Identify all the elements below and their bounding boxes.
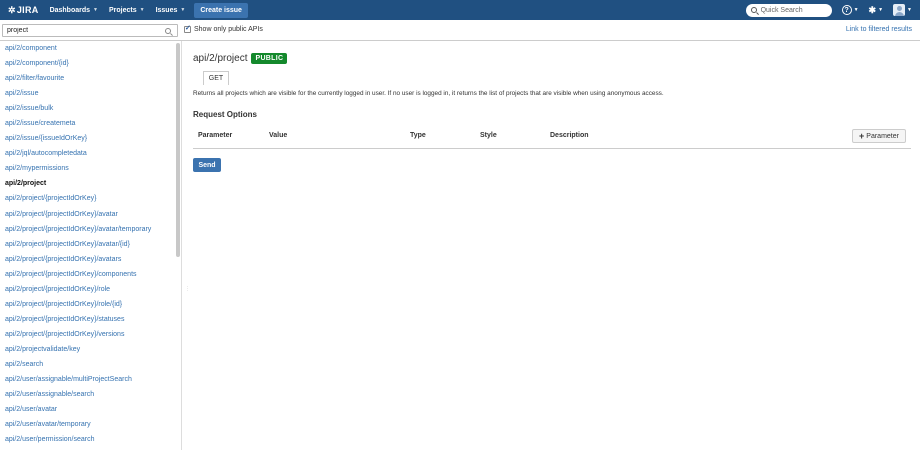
- column-type: Type: [410, 132, 426, 139]
- parameters-table-header: Parameter Value Type Style Description +…: [193, 127, 911, 149]
- nav-dashboards[interactable]: Dashboards ▼: [50, 7, 98, 14]
- add-parameter-button[interactable]: + Parameter: [852, 129, 906, 143]
- sidebar-item[interactable]: api/2/user/assignable/multiProjectSearch: [0, 372, 181, 387]
- sidebar-item[interactable]: api/2/project/{projectIdOrKey}/role/{id}: [0, 297, 181, 312]
- nav-issues-label: Issues: [155, 6, 178, 14]
- filter-input[interactable]: [7, 27, 157, 34]
- sidebar-item[interactable]: api/2/issue: [0, 86, 181, 101]
- sidebar-item[interactable]: api/2/project/{projectIdOrKey}/role: [0, 282, 181, 297]
- sidebar-item[interactable]: api/2/project/{projectIdOrKey}/avatar: [0, 207, 181, 222]
- sidebar-item[interactable]: api/2/user/avatar/temporary: [0, 417, 181, 432]
- api-list: api/2/component api/2/component/{id} api/2…: [0, 41, 181, 447]
- request-options-heading: Request Options: [193, 110, 258, 119]
- column-description: Description: [550, 132, 589, 139]
- column-style: Style: [480, 132, 497, 139]
- plus-icon: +: [859, 130, 865, 141]
- sidebar-item[interactable]: api/2/project/{projectIdOrKey}/avatar/{i…: [0, 237, 181, 252]
- chevron-down-icon: ▼: [139, 7, 145, 13]
- sidebar-item[interactable]: api/2/projectvalidate/key: [0, 342, 181, 357]
- chevron-down-icon: ▼: [93, 7, 98, 13]
- sidebar-item[interactable]: api/2/project/{projectIdOrKey}/statuses: [0, 312, 181, 327]
- help-icon: ?: [841, 5, 852, 15]
- chevron-down-icon: ▼: [878, 7, 884, 13]
- help-menu[interactable]: ? ▼: [841, 5, 859, 15]
- quick-search-placeholder: Quick Search: [760, 6, 803, 14]
- sidebar-item[interactable]: api/2/issue/createmeta: [0, 116, 181, 131]
- main-panel: api/2/project PUBLIC GET Returns all pro…: [193, 41, 920, 450]
- search-icon: [750, 7, 757, 13]
- quick-search-input[interactable]: Quick Search: [745, 3, 832, 17]
- public-apis-checkbox[interactable]: [184, 24, 191, 33]
- sidebar-item[interactable]: api/2/project/{projectIdOrKey}/avatar/te…: [0, 222, 181, 237]
- public-apis-toggle[interactable]: Show only public APIs: [184, 24, 263, 33]
- page-title: api/2/project: [193, 53, 248, 64]
- sidebar-item[interactable]: api/2/user/avatar: [0, 402, 181, 417]
- tab-get[interactable]: GET: [203, 71, 229, 85]
- sidebar-item[interactable]: api/2/project/{projectIdOrKey}/component…: [0, 267, 181, 282]
- logo-text: JIRA: [16, 5, 39, 15]
- sidebar-item[interactable]: api/2/filter/favourite: [0, 71, 181, 86]
- user-menu[interactable]: ▼: [893, 4, 912, 16]
- chevron-down-icon: ▼: [853, 7, 859, 13]
- nav-projects[interactable]: Projects ▼: [109, 7, 145, 14]
- jira-logo[interactable]: ✲ JIRA: [8, 5, 39, 16]
- search-icon: [165, 27, 171, 34]
- splitter-handle[interactable]: ⋮: [185, 287, 190, 292]
- filter-field: [2, 24, 178, 37]
- public-apis-label: Show only public APIs: [194, 26, 263, 33]
- gear-icon: ✱: [868, 4, 877, 15]
- send-button[interactable]: Send: [193, 158, 221, 172]
- sidebar-item[interactable]: api/2/user/assignable/search: [0, 387, 181, 402]
- create-issue-button[interactable]: Create issue: [194, 2, 248, 18]
- nav-issues[interactable]: Issues ▼: [156, 7, 186, 14]
- sidebar-scrollbar[interactable]: [176, 43, 180, 257]
- chevron-down-icon: ▼: [180, 7, 186, 13]
- add-parameter-label: Parameter: [866, 132, 899, 140]
- sidebar-item[interactable]: api/2/user/permission/search: [0, 432, 181, 447]
- sidebar-item[interactable]: api/2/project/{projectIdOrKey}/versions: [0, 327, 181, 342]
- top-nav: ✲ JIRA Dashboards ▼ Projects ▼ Issues ▼ …: [0, 0, 920, 20]
- nav-projects-label: Projects: [108, 6, 137, 14]
- endpoint-description: Returns all projects which are visible f…: [193, 90, 664, 97]
- sidebar-item[interactable]: api/2/issue/bulk: [0, 101, 181, 116]
- atlassian-icon: ✲: [8, 4, 16, 15]
- avatar: [893, 4, 906, 16]
- chevron-down-icon: ▼: [907, 7, 912, 13]
- column-parameter: Parameter: [198, 132, 233, 139]
- nav-dashboards-label: Dashboards: [49, 6, 91, 14]
- sidebar-item[interactable]: api/2/project/{projectIdOrKey}: [0, 191, 181, 206]
- sidebar-item[interactable]: api/2/issue/{issueIdOrKey}: [0, 131, 181, 146]
- column-value: Value: [269, 132, 288, 139]
- status-badge: PUBLIC: [251, 53, 288, 64]
- sidebar-item[interactable]: api/2/jql/autocompletedata: [0, 146, 181, 161]
- sidebar-item[interactable]: api/2/mypermissions: [0, 161, 181, 176]
- settings-menu[interactable]: ✱ ▼: [869, 5, 884, 16]
- header-right: Quick Search ? ▼ ✱ ▼ ▼: [745, 0, 912, 20]
- sidebar-item[interactable]: api/2/component/{id}: [0, 56, 181, 71]
- api-sidebar: api/2/component api/2/component/{id} api/2…: [0, 41, 182, 450]
- sidebar-item[interactable]: api/2/project/{projectIdOrKey}/avatars: [0, 252, 181, 267]
- link-to-filtered-results[interactable]: Link to filtered results: [846, 26, 912, 33]
- sidebar-item[interactable]: api/2/project: [0, 176, 181, 191]
- title-row: api/2/project PUBLIC: [193, 53, 288, 64]
- sidebar-item[interactable]: api/2/component: [0, 41, 181, 56]
- filter-bar: Show only public APIs Link to filtered r…: [0, 20, 920, 41]
- sidebar-item[interactable]: api/2/search: [0, 357, 181, 372]
